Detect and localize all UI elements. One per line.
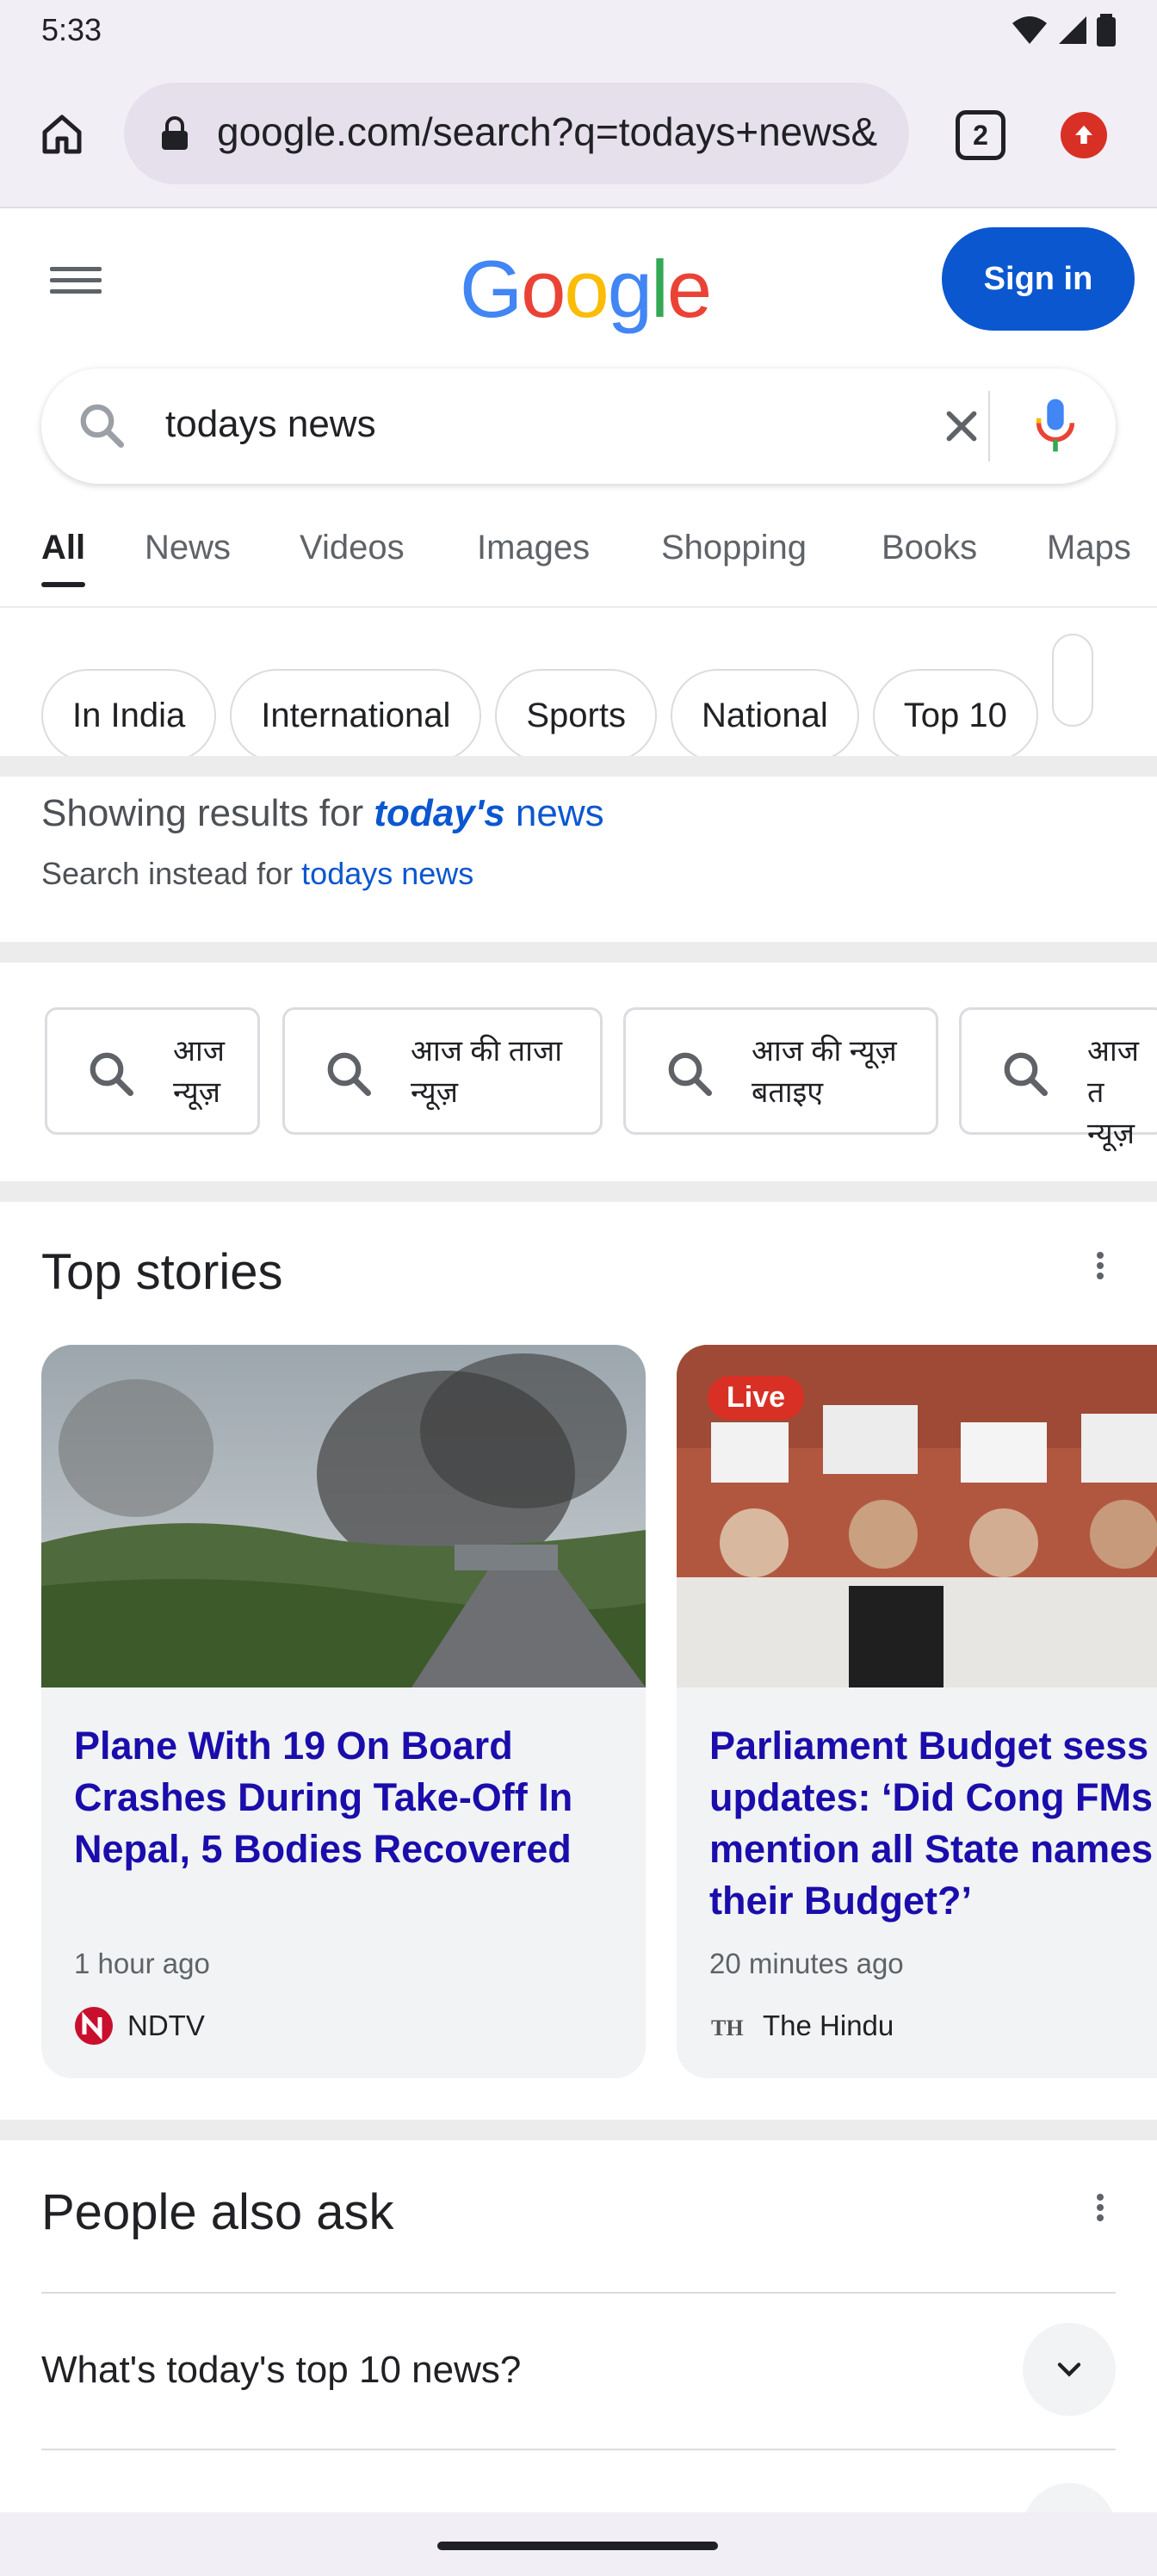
instead-prefix: Search instead for [41,856,302,891]
screen: 5:33 google.com/search?q=todays+news& 2 … [0,0,1157,2576]
related-search[interactable]: आज की ताजा न्यूज़ [282,1007,603,1135]
story-time: 1 hour ago [74,1947,210,1979]
tab-maps[interactable]: Maps [1047,529,1131,567]
related-search[interactable]: आज की न्यूज़ बताइए [623,1007,938,1135]
lock-icon[interactable] [160,115,189,152]
filter-chips: In India International Sports National Top 1… [41,634,1107,762]
related-line: न्यूज़ [1087,1118,1135,1150]
corrected-rest[interactable]: news [505,792,604,834]
chip-international[interactable]: International [230,669,482,762]
story-source: TH The Hindu [709,2006,894,2046]
related-line: न्यूज़ [173,1076,220,1109]
status-bar: 5:33 [0,0,1157,65]
chevron-down-icon[interactable] [1023,2323,1116,2416]
news-card[interactable]: Plane With 19 On Board Crashes During Ta… [41,1345,646,2078]
top-stories-title: Top stories [41,1244,283,1300]
related-line: आज की ताजा [411,1035,563,1068]
news-card[interactable]: Live Parliament Budget sess LIVE updates… [677,1345,1157,2078]
search-input[interactable]: todays news [165,403,376,446]
tab-books[interactable]: Books [882,529,977,567]
the-hindu-logo-icon: TH [711,2016,744,2040]
signal-icon [1059,16,1086,44]
logo-letter: l [650,244,669,334]
tab-news[interactable]: News [145,529,231,567]
search-icon [1004,1052,1048,1096]
source-name: The Hindu [763,2009,894,2041]
chip-more[interactable] [1051,634,1093,727]
search-icon [90,1052,133,1096]
gesture-nav-bar [0,2512,1157,2576]
corrected-word[interactable]: today's [374,792,504,834]
tab-switcher-button[interactable]: 2 [956,110,1005,160]
clear-icon[interactable] [937,401,987,451]
browser-toolbar: google.com/search?q=todays+news& 2 [0,65,1157,208]
section-separator [0,942,1157,963]
spelling-correction: Showing results for today's news [41,792,604,835]
section-separator [0,2120,1157,2140]
related-line: बताइए [752,1076,824,1109]
divider [41,2292,1116,2294]
ndtv-logo-icon [75,2007,113,2045]
logo-letter: G [460,244,523,334]
search-icon[interactable] [76,399,127,451]
sign-in-button[interactable]: Sign in [942,227,1135,331]
related-line: आज [173,1035,225,1068]
search-icon [668,1052,712,1096]
people-also-ask-title: People also ask [41,2184,394,2240]
related-search[interactable]: आज न्यूज़ [45,1007,260,1135]
story-time: 20 minutes ago [709,1947,904,1979]
menu-icon[interactable] [50,260,102,312]
search-box[interactable]: todays news [41,368,1116,484]
address-bar[interactable]: google.com/search?q=todays+news& [124,83,909,184]
source-name: NDTV [127,2009,205,2041]
logo-letter: g [607,244,653,334]
search-instead-link[interactable]: todays news [301,856,473,891]
story-headline[interactable]: Parliament Budget sess LIVE updates: ‘Di… [709,1720,1157,1927]
related-line: आज त [1087,1035,1139,1109]
search-tabs: All News Videos Images Shopping Books Ma… [0,517,1157,608]
mic-icon[interactable] [1026,394,1085,456]
correction-prefix: Showing results for [41,792,374,834]
related-line: न्यूज़ [411,1076,458,1109]
story-headline[interactable]: Plane With 19 On Board Crashes During Ta… [74,1720,625,1875]
status-icons [1011,14,1116,46]
chip-sports[interactable]: Sports [495,669,657,762]
status-time: 5:33 [41,12,102,47]
google-logo[interactable]: Google [460,243,712,336]
search-instead: Search instead for todays news [41,856,473,892]
tab-images[interactable]: Images [477,529,590,567]
logo-letter: o [564,244,609,334]
tab-videos[interactable]: Videos [300,529,405,567]
tab-shopping[interactable]: Shopping [661,529,807,567]
chip-in-india[interactable]: In India [41,669,217,762]
related-line: आज की न्यूज़ [752,1035,897,1068]
divider [41,2449,1116,2450]
search-icon [327,1052,371,1096]
paa-question[interactable]: What's today's top 10 news? [41,2349,521,2392]
wifi-icon [1012,16,1047,44]
chip-top-10[interactable]: Top 10 [872,669,1038,762]
news-image [41,1345,646,1687]
story-source: NDTV [74,2006,205,2046]
url-text[interactable]: google.com/search?q=todays+news& [217,107,888,157]
logo-letter: o [521,244,566,334]
live-badge: Live [708,1376,805,1420]
more-options-icon[interactable] [1095,2190,1105,2225]
update-icon[interactable] [1061,112,1107,158]
svg-text:TH: TH [711,2016,744,2040]
battery-icon [1097,14,1116,46]
logo-letter: e [666,244,712,334]
related-search[interactable]: आज त न्यूज़ [959,1007,1157,1150]
search-divider [988,391,990,461]
home-gesture-pill[interactable] [437,2542,718,2550]
more-options-icon[interactable] [1095,1248,1105,1283]
section-separator [0,1181,1157,1202]
tab-all[interactable]: All [41,529,86,587]
chip-national[interactable]: National [670,669,859,762]
section-separator [0,756,1157,777]
home-icon[interactable] [28,100,96,169]
